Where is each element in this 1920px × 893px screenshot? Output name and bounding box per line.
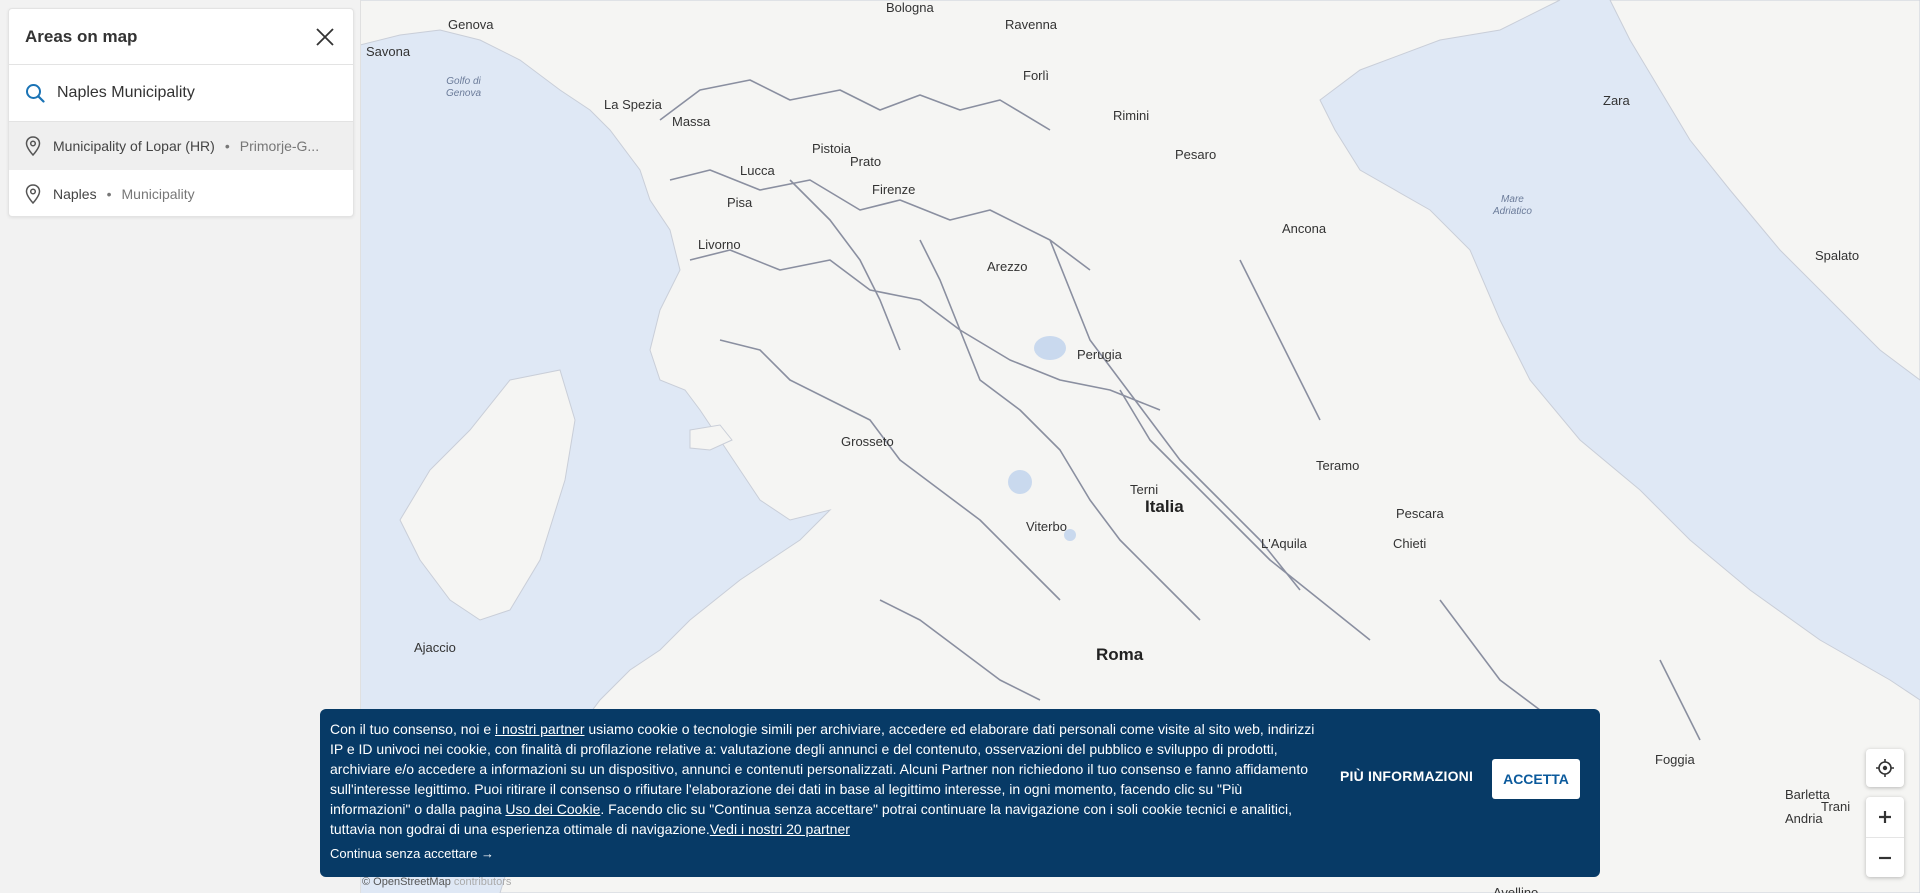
map-label-pisa: Pisa [727, 195, 753, 210]
result-type: Municipality [121, 185, 195, 202]
close-icon [316, 27, 334, 46]
map-label-perugia: Perugia [1077, 347, 1122, 362]
map-label-teramo: Teramo [1316, 458, 1360, 473]
result-name: Naples [53, 185, 97, 202]
partners-link[interactable]: i nostri partner [495, 721, 584, 737]
map-label-ancona: Ancona [1282, 221, 1327, 236]
map-label-mare-adriatico: Mare Adriatico [1493, 194, 1532, 217]
result-type: Primorje-G... [239, 138, 320, 154]
map-label-foggia: Foggia [1655, 752, 1695, 767]
zoom-out-button[interactable] [1866, 838, 1904, 878]
land-corsica [399, 369, 576, 621]
map-label-trani: Trani [1821, 799, 1851, 814]
zoom-in-button[interactable] [1866, 797, 1904, 838]
map-label-savona: Savona [366, 44, 411, 59]
accept-button[interactable]: ACCETTA [1492, 759, 1580, 799]
see-partners-link[interactable]: Vedi i nostri 20 partner [710, 821, 850, 837]
attribution-text: © OpenStreetMap [362, 876, 451, 888]
more-info-button[interactable]: PIÙ INFORMAZIONI [1340, 768, 1473, 784]
crosshair-icon [1876, 759, 1894, 777]
map-label-spalato: Spalato [1815, 248, 1860, 263]
search-row [9, 65, 353, 122]
map-label-viterbo: Viterbo [1026, 519, 1067, 534]
lake-trasimeno [1034, 336, 1066, 360]
map-label-laquila: L'Aquila [1261, 536, 1307, 551]
search-card: Areas on map Municipality of Lopar (HR) … [8, 8, 354, 217]
map-label-arezzo: Arezzo [987, 259, 1028, 274]
continue-without-accepting-link[interactable]: Continua senza accettare → [330, 846, 494, 861]
map-label-la-spezia: La Spezia [604, 97, 662, 112]
map-label-ravenna: Ravenna [1005, 17, 1058, 32]
search-icon [26, 84, 45, 103]
map-label-lucca: Lucca [740, 163, 775, 178]
search-result-item[interactable]: Municipality of Lopar (HR) • Primorje-G.… [9, 122, 353, 170]
search-input[interactable] [57, 84, 337, 102]
minus-icon [1879, 856, 1891, 860]
map-label-prato: Prato [850, 154, 882, 169]
panel-title: Areas on map [25, 26, 138, 46]
map-label-livorno: Livorno [698, 237, 741, 252]
location-pin-icon [25, 136, 41, 156]
map-label-ajaccio: Ajaccio [414, 640, 456, 655]
map-label-firenze: Firenze [872, 182, 916, 197]
cookie-text: Con il tuo consenso, noi e i nostri part… [330, 719, 1320, 839]
left-panel: Areas on map Municipality of Lopar (HR) … [0, 0, 361, 893]
cookie-text-1: Con il tuo consenso, noi e [330, 721, 495, 737]
result-name: Municipality of Lopar (HR) [53, 138, 215, 154]
land-balkans [1609, 0, 1920, 381]
plus-icon [1879, 811, 1891, 823]
search-result-item[interactable]: Naples • Municipality [9, 170, 353, 216]
map-label-forli: Forlì [1023, 68, 1049, 83]
attribution-link[interactable]: contributors [454, 876, 511, 888]
map-label-rimini: Rimini [1113, 108, 1150, 123]
close-button[interactable] [313, 25, 337, 49]
lake-bolsena [1008, 470, 1032, 494]
map-label-zara: Zara [1603, 93, 1630, 108]
map-label-andria: Andria [1785, 811, 1823, 826]
locate-button[interactable] [1866, 749, 1904, 787]
map-label-pescara: Pescara [1396, 506, 1444, 521]
map-label-pesaro: Pesaro [1175, 147, 1217, 162]
map-attribution: © OpenStreetMap contributors [362, 876, 511, 888]
zoom-controls [1866, 797, 1904, 877]
map-label-roma: Roma [1096, 645, 1144, 664]
map-label-terni: Terni [1130, 482, 1159, 497]
cookie-banner: Con il tuo consenso, noi e i nostri part… [320, 709, 1600, 877]
map-label-pistoia: Pistoia [812, 141, 852, 156]
cookie-policy-link[interactable]: Uso dei Cookie [505, 801, 600, 817]
result-separator: • [224, 138, 230, 154]
map-label-golfo: Golfo di Genova [446, 76, 482, 99]
map-label-avellino: Avellino [1493, 885, 1539, 893]
map-label-italia: Italia [1145, 497, 1184, 516]
map-label-chieti: Chieti [1393, 536, 1427, 551]
map-label-bologna: Bologna [886, 0, 934, 15]
result-separator: • [106, 185, 112, 202]
card-header: Areas on map [9, 9, 353, 65]
map-label-genova: Genova [448, 17, 494, 32]
map-label-grosseto: Grosseto [841, 434, 894, 449]
map-label-massa: Massa [672, 114, 711, 129]
location-pin-icon [25, 183, 41, 204]
